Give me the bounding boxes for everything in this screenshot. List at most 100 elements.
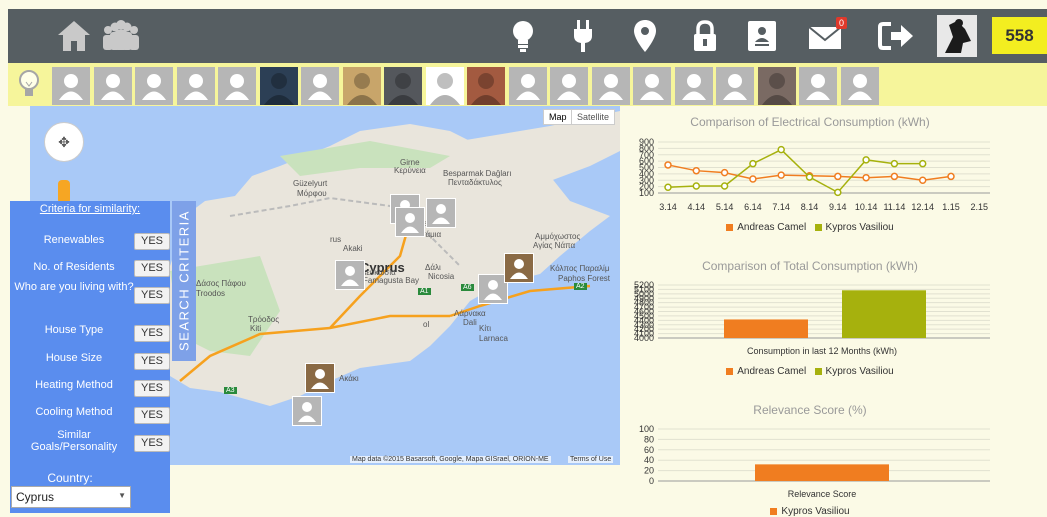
map-user-marker[interactable]: [504, 253, 534, 283]
data-point: [692, 166, 701, 175]
line-chart-electrical: 9008007006005004003002001003.14 4.14 5.14 6…: [639, 137, 990, 212]
chart-title-electrical: Comparison of Electrical Consumption (kW…: [690, 115, 930, 129]
y-tick-label: 4000: [634, 333, 654, 343]
map-label: Paphos Forest: [558, 274, 611, 283]
x-category-label: Consumption in last 12 Months (kWh): [747, 346, 897, 356]
criteria-row: Who are you living with? YES: [10, 281, 170, 311]
user-placeholder-avatar[interactable]: [135, 67, 173, 105]
user-placeholder-avatar[interactable]: [633, 67, 671, 105]
legend-label-b: Kypros Vasiliou: [825, 222, 894, 233]
logout-icon[interactable]: [876, 9, 916, 63]
x-tick-label: 3.14: [659, 202, 677, 212]
satellite-type-button[interactable]: Satellite: [571, 109, 616, 125]
search-criteria-tab[interactable]: SEARCH CRITERIA: [172, 201, 196, 361]
legend-swatch-a: [726, 367, 734, 375]
user-photo-avatar[interactable]: [425, 67, 464, 105]
map-label: Ακάκι: [339, 374, 359, 383]
user-placeholder-avatar[interactable]: [93, 67, 132, 105]
legend-relevance: Kypros Vasiliou: [630, 506, 990, 517]
community-icon[interactable]: [100, 9, 142, 63]
criteria-yes-button[interactable]: YES: [134, 353, 170, 370]
home-icon[interactable]: [54, 9, 94, 63]
map-label: Nicosia: [428, 272, 455, 281]
map-label: Troodos: [196, 289, 226, 298]
criteria-label: Renewables: [43, 234, 105, 246]
user-placeholder-avatar[interactable]: [799, 67, 837, 105]
user-placeholder-avatar[interactable]: [840, 67, 879, 105]
chart-title-total: Comparison of Total Consumption (kWh): [702, 259, 918, 273]
criteria-row: Renewables YES: [10, 229, 170, 257]
lightbulb-icon[interactable]: [506, 9, 540, 63]
legend-electrical: Andreas Camel Kypros Vasiliou: [630, 222, 990, 233]
criteria-yes-button[interactable]: YES: [134, 435, 170, 452]
user-placeholder-avatar[interactable]: [591, 67, 630, 105]
user-avatar[interactable]: [935, 9, 979, 63]
criteria-yes-button[interactable]: YES: [134, 233, 170, 250]
map-label: Famagusta Bay: [363, 276, 420, 285]
user-photo-avatar[interactable]: [342, 67, 381, 105]
user-photo-avatar[interactable]: [384, 67, 422, 105]
user-photo-avatar[interactable]: [757, 67, 796, 105]
x-tick-label: 5.14: [716, 202, 734, 212]
score-badge: 558: [992, 17, 1047, 54]
map-label: A3: [224, 387, 237, 394]
criteria-row: No. of Residents YES: [10, 256, 170, 284]
criteria-yes-button[interactable]: YES: [134, 287, 170, 304]
terms-link[interactable]: Terms of Use: [568, 456, 614, 463]
plug-icon[interactable]: [566, 9, 600, 63]
criteria-yes-button[interactable]: YES: [134, 407, 170, 424]
data-point: [947, 172, 955, 181]
map-label: Πενταδάκτυλος: [448, 178, 502, 187]
data-point: [890, 172, 899, 181]
legend-swatch-a: [726, 223, 734, 231]
data-point: [834, 188, 842, 197]
map-user-marker[interactable]: [335, 260, 365, 290]
user-photo-avatar[interactable]: [467, 67, 505, 105]
mail-icon[interactable]: 0: [802, 9, 854, 63]
criteria-row: Heating Method YES: [10, 376, 170, 404]
user-placeholder-avatar[interactable]: [52, 67, 90, 105]
user-photo-avatar[interactable]: [259, 67, 298, 105]
user-placeholder-avatar[interactable]: [716, 67, 754, 105]
criteria-yes-button[interactable]: YES: [134, 380, 170, 397]
legend-label-a: Andreas Camel: [737, 366, 807, 377]
criteria-title: Criteria for similarity:: [39, 203, 141, 215]
data-point: [749, 175, 757, 183]
map-user-marker[interactable]: [305, 363, 335, 393]
data-point: [692, 182, 701, 190]
data-point: [805, 173, 814, 181]
map-label: Κίτι: [479, 324, 492, 333]
criteria-yes-button[interactable]: YES: [134, 260, 170, 277]
map-label: Λευκωσία: [361, 268, 396, 277]
y-tick-label: 80: [644, 434, 654, 444]
data-point: [720, 182, 729, 190]
map-label: Akaki: [343, 244, 363, 253]
bar: [842, 290, 926, 338]
criteria-yes-button[interactable]: YES: [134, 325, 170, 342]
user-placeholder-avatar[interactable]: [176, 67, 215, 105]
map-type-button[interactable]: Map: [543, 109, 573, 125]
contact-card-icon[interactable]: [744, 9, 780, 63]
lock-icon[interactable]: [688, 9, 722, 63]
legend-total: Andreas Camel Kypros Vasiliou: [630, 366, 990, 377]
criteria-panel: Criteria for similarity: Renewables YES No…: [10, 201, 170, 513]
map-user-marker[interactable]: [395, 207, 425, 237]
map-label: Αμμόχωστος: [535, 232, 581, 241]
x-tick-label: 2.15: [971, 202, 989, 212]
lightbulb-icon[interactable]: [11, 66, 47, 104]
map-user-marker[interactable]: [292, 396, 322, 426]
location-pin-icon[interactable]: [628, 9, 662, 63]
user-placeholder-avatar[interactable]: [550, 67, 588, 105]
user-placeholder-avatar[interactable]: [301, 67, 339, 105]
map-user-marker[interactable]: [426, 198, 456, 228]
map-label: Λάρνακα: [454, 309, 486, 318]
data-point: [777, 145, 785, 154]
user-placeholder-avatar[interactable]: [508, 67, 547, 105]
user-placeholder-avatar[interactable]: [218, 67, 256, 105]
criteria-label: House Size: [45, 352, 103, 364]
map-label: Kiti: [250, 324, 262, 333]
country-select[interactable]: Cyprus ▼: [11, 486, 131, 508]
map-pan-control[interactable]: ✥: [44, 122, 84, 162]
data-point: [890, 159, 899, 168]
user-placeholder-avatar[interactable]: [674, 67, 713, 105]
